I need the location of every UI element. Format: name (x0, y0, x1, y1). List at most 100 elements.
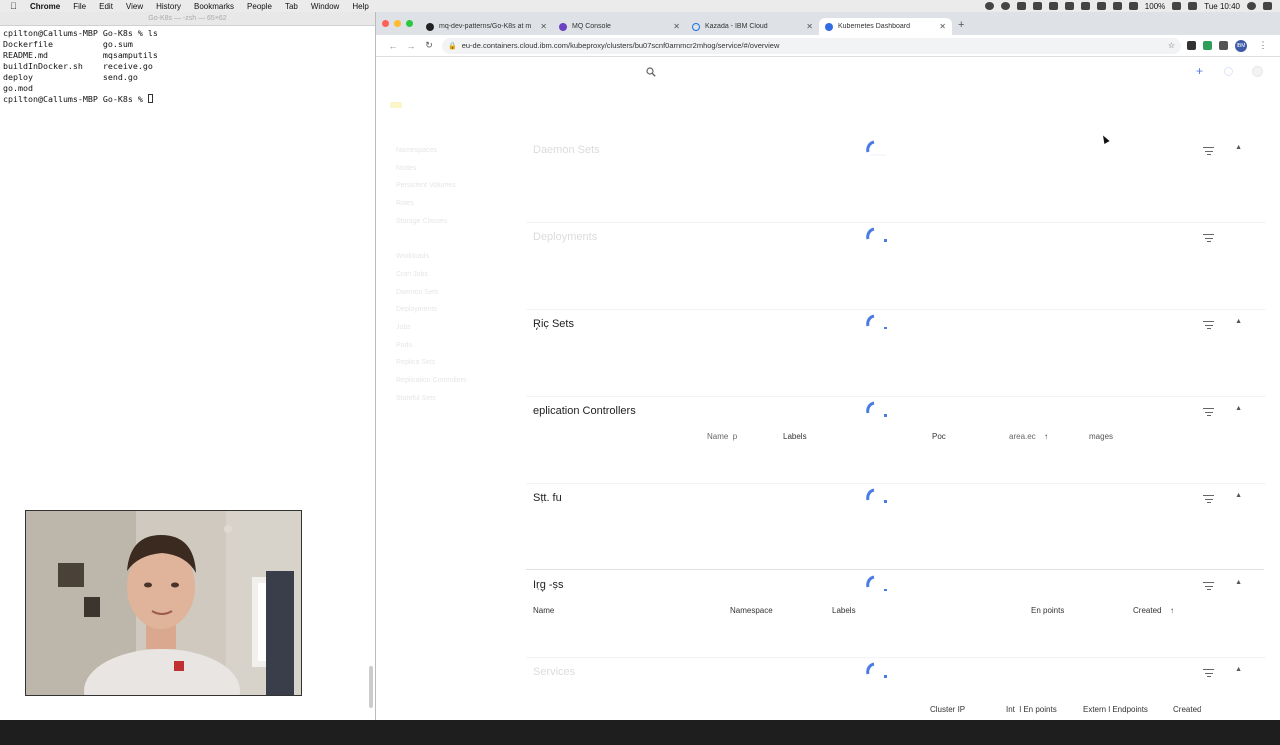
side-nav-item[interactable]: Stateful Sets (396, 395, 506, 413)
chevron-up-icon[interactable]: ▲ (1235, 405, 1242, 412)
side-nav-item[interactable]: Replica Sets (396, 359, 506, 377)
column-labels[interactable]: Labels (783, 432, 807, 441)
record-icon[interactable] (984, 2, 994, 10)
new-tab-icon[interactable]: + (958, 19, 964, 31)
menu-window[interactable]: Window (311, 2, 339, 11)
column-external-endpoints[interactable]: Extern l Endpoints (1083, 705, 1148, 714)
chevron-up-icon[interactable]: ▲ (1235, 318, 1242, 325)
opera-icon[interactable] (1000, 2, 1010, 10)
terminal-output[interactable]: cpilton@Callums-MBP Go-K8s % ls Dockerfil… (0, 26, 375, 107)
menu-tab[interactable]: Tab (285, 2, 298, 11)
close-window-button[interactable] (382, 20, 389, 27)
chevron-up-icon[interactable]: ▲ (1235, 579, 1242, 586)
close-icon[interactable]: ✕ (540, 22, 547, 31)
side-nav-item[interactable] (396, 235, 506, 253)
tab-ibm-cloud[interactable]: Kazada - IBM Cloud ✕ (686, 18, 819, 35)
filter-icon[interactable] (1203, 495, 1214, 506)
tab-github[interactable]: mq-dev-patterns/Go-K8s at m ✕ (420, 18, 553, 35)
side-nav-item[interactable]: Deployments (396, 306, 506, 324)
chevron-up-icon[interactable]: ▲ (1235, 666, 1242, 673)
back-icon[interactable]: ← (384, 41, 402, 51)
shield-icon[interactable] (1080, 2, 1090, 10)
side-nav-item[interactable]: Daemon Sets (396, 289, 506, 307)
column-name[interactable]: Name p (707, 432, 737, 441)
menu-history[interactable]: History (156, 2, 181, 11)
column-created[interactable]: Created (1133, 606, 1161, 615)
forward-icon[interactable]: → (402, 41, 420, 51)
column-pods[interactable]: Poc (932, 432, 946, 441)
lock-icon[interactable]: 🔒 (448, 42, 457, 50)
sort-arrow-icon[interactable]: ↑ (1198, 705, 1202, 714)
column-images[interactable]: mages (1089, 432, 1113, 441)
sort-arrow-icon[interactable]: ↑ (1170, 606, 1174, 615)
create-plus-icon[interactable]: + (1196, 64, 1203, 78)
side-nav-item[interactable]: Replication Controllers (396, 377, 506, 395)
apple-icon[interactable]:  (10, 1, 22, 11)
side-nav-item[interactable]: Pods (396, 342, 506, 360)
tab-kubernetes-dashboard[interactable]: Kubernetes Dashboard ✕ (819, 18, 952, 35)
close-icon[interactable]: ✕ (673, 22, 680, 31)
tab-mq-console[interactable]: MQ Console ✕ (553, 18, 686, 35)
close-icon[interactable]: ✕ (806, 22, 813, 31)
puzzle-icon[interactable] (1219, 41, 1228, 50)
filter-icon[interactable] (1203, 321, 1214, 332)
close-icon[interactable]: ✕ (939, 22, 946, 31)
screen-icon[interactable] (1096, 2, 1106, 10)
namespace-selector-icon[interactable] (390, 102, 402, 108)
notification-center-icon[interactable] (1263, 2, 1272, 10)
clock[interactable]: Tue 10:40 (1204, 2, 1240, 11)
vue-devtools-icon[interactable] (1203, 41, 1212, 50)
chevron-up-icon[interactable]: ▲ (1235, 144, 1242, 151)
side-nav-item[interactable]: Cron Jobs (396, 271, 506, 289)
menu-app-name[interactable]: Chrome (30, 2, 60, 11)
chevron-up-icon[interactable]: ▲ (1235, 492, 1242, 499)
bluetooth-icon[interactable] (1112, 2, 1122, 10)
bookmark-star-icon[interactable]: ☆ (1168, 41, 1175, 50)
column-namespace[interactable]: Namespace (730, 606, 773, 615)
zoom-window-button[interactable] (406, 20, 413, 27)
minimize-window-button[interactable] (394, 20, 401, 27)
notifications-icon[interactable] (1224, 67, 1233, 76)
column-labels[interactable]: Labels (832, 606, 856, 615)
extension-icon[interactable] (1187, 41, 1196, 50)
menu-edit[interactable]: Edit (99, 2, 113, 11)
filter-icon[interactable] (1203, 147, 1214, 158)
side-nav-item[interactable]: Persistent Volumes (396, 182, 506, 200)
menu-help[interactable]: Help (352, 2, 368, 11)
filter-icon[interactable] (1203, 669, 1214, 680)
reload-icon[interactable]: ↻ (420, 40, 438, 51)
side-nav-item[interactable]: Namespaces (396, 147, 506, 165)
side-nav-item[interactable]: Jobs (396, 324, 506, 342)
battery-icon[interactable] (1172, 2, 1182, 10)
wifi-icon[interactable] (1128, 2, 1138, 10)
menu-view[interactable]: View (126, 2, 143, 11)
side-nav-item[interactable]: Roles (396, 200, 506, 218)
menu-file[interactable]: File (73, 2, 86, 11)
sort-arrow-icon[interactable]: ↑ (1044, 432, 1048, 441)
column-created[interactable]: area.ec (1009, 432, 1036, 441)
grid-icon[interactable] (1048, 2, 1058, 10)
filter-icon[interactable] (1203, 582, 1214, 593)
column-endpoints[interactable]: En points (1031, 606, 1064, 615)
dropbox-icon[interactable] (1032, 2, 1042, 10)
side-nav-item[interactable]: Nodes (396, 165, 506, 183)
column-cluster-ip[interactable]: Cluster IP (930, 705, 965, 714)
spotlight-icon[interactable] (1247, 2, 1256, 10)
filter-icon[interactable] (1203, 234, 1214, 245)
cloud-icon[interactable] (1016, 2, 1026, 10)
terminal-scrollbar[interactable] (369, 666, 373, 708)
column-name[interactable]: Name (533, 606, 554, 615)
column-internal-endpoints[interactable]: Int l En points (1006, 705, 1057, 714)
profile-avatar[interactable]: IBM (1235, 39, 1247, 52)
account-icon[interactable] (1252, 66, 1263, 77)
menu-bookmarks[interactable]: Bookmarks (194, 2, 234, 11)
search-icon[interactable] (646, 67, 656, 77)
side-nav-item[interactable]: Workloads (396, 253, 506, 271)
filter-icon[interactable] (1203, 408, 1214, 419)
flag-icon[interactable] (1188, 2, 1198, 10)
address-bar[interactable]: 🔒 eu-de.containers.cloud.ibm.com/kubepro… (442, 37, 1181, 54)
side-nav-item[interactable]: Storage Classes (396, 218, 506, 236)
menu-people[interactable]: People (247, 2, 272, 11)
menu-kebab-icon[interactable]: ⋮ (1254, 40, 1272, 51)
docker-icon[interactable] (1064, 2, 1074, 10)
